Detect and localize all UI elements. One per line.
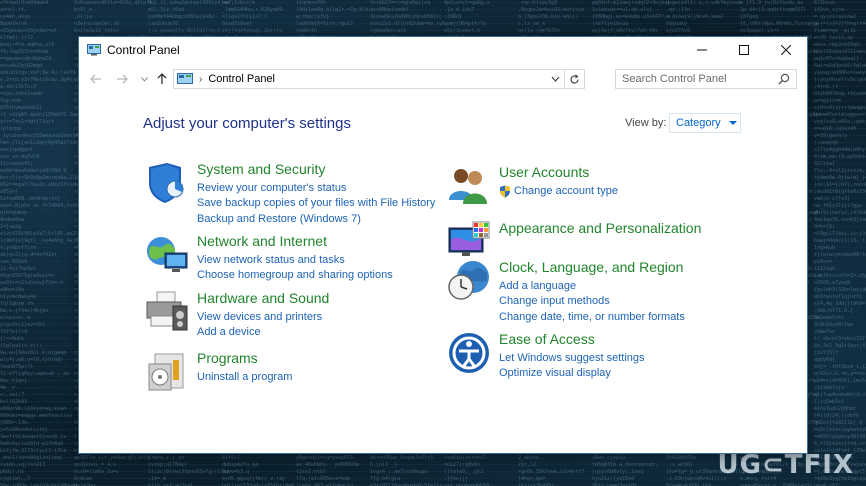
link-add-language[interactable]: Add a language bbox=[499, 279, 685, 294]
caret-down-icon bbox=[728, 121, 737, 125]
category-title[interactable]: System and Security bbox=[197, 161, 325, 177]
category-title[interactable]: Network and Internet bbox=[197, 233, 327, 249]
recent-locations-button[interactable] bbox=[135, 70, 153, 88]
control-panel-icon bbox=[177, 73, 193, 84]
users-icon bbox=[449, 169, 487, 204]
category-network-internet: Network and Internet View network status… bbox=[145, 233, 475, 283]
close-icon bbox=[781, 45, 791, 55]
forward-arrow-icon bbox=[117, 74, 128, 84]
category-title[interactable]: Hardware and Sound bbox=[197, 290, 329, 306]
refresh-icon bbox=[570, 73, 579, 83]
category-ease-of-access: Ease of Access Let Windows suggest setti… bbox=[447, 331, 747, 381]
search-box[interactable] bbox=[615, 69, 797, 89]
category-user-accounts: User Accounts Change account type bbox=[447, 164, 747, 204]
breadcrumb-separator: › bbox=[199, 73, 203, 85]
close-button[interactable] bbox=[765, 37, 807, 63]
printer-icon bbox=[146, 291, 188, 331]
refresh-button[interactable] bbox=[564, 70, 584, 88]
monitor-palette-icon bbox=[448, 221, 490, 256]
clock-globe-icon bbox=[448, 261, 489, 300]
address-bar[interactable]: › Control Panel bbox=[173, 69, 585, 89]
category-title[interactable]: User Accounts bbox=[499, 164, 589, 180]
up-arrow-icon bbox=[157, 73, 167, 84]
programs-icon bbox=[148, 353, 184, 391]
search-icon[interactable] bbox=[778, 73, 790, 85]
link-optimize-visual[interactable]: Optimize visual display bbox=[499, 366, 645, 381]
category-title[interactable]: Appearance and Personalization bbox=[499, 220, 701, 236]
category-hardware-sound: Hardware and Sound View devices and prin… bbox=[145, 290, 475, 340]
category-title[interactable]: Clock, Language, and Region bbox=[499, 259, 683, 275]
link-file-history[interactable]: Save backup copies of your files with Fi… bbox=[197, 196, 435, 211]
category-clock-language-region: Clock, Language, and Region Add a langua… bbox=[447, 259, 747, 323]
minimize-button[interactable] bbox=[681, 37, 723, 63]
link-suggest-settings[interactable]: Let Windows suggest settings bbox=[499, 351, 645, 366]
forward-button[interactable] bbox=[113, 70, 131, 88]
window-title: Control Panel bbox=[107, 43, 180, 57]
up-button[interactable] bbox=[153, 70, 171, 88]
watermark-logo: UG⊂TFIX bbox=[717, 450, 854, 480]
link-input-methods[interactable]: Change input methods bbox=[499, 294, 685, 309]
link-change-account-type[interactable]: Change account type bbox=[499, 184, 618, 199]
link-date-time-formats[interactable]: Change date, time, or number formats bbox=[499, 310, 685, 325]
view-by-label: View by: bbox=[625, 117, 667, 129]
globe-network-icon bbox=[147, 237, 188, 272]
minimize-icon bbox=[697, 49, 707, 51]
control-panel-icon bbox=[87, 44, 101, 56]
ease-of-access-icon bbox=[449, 333, 489, 373]
link-label: Change account type bbox=[514, 185, 618, 197]
view-by-value: Category bbox=[676, 117, 721, 129]
category-programs: Programs Uninstall a program bbox=[145, 350, 475, 394]
link-devices-printers[interactable]: View devices and printers bbox=[197, 310, 322, 325]
link-backup-restore[interactable]: Backup and Restore (Windows 7) bbox=[197, 212, 435, 227]
category-title[interactable]: Ease of Access bbox=[499, 331, 595, 347]
category-appearance-personalization: Appearance and Personalization bbox=[447, 220, 747, 260]
back-button[interactable] bbox=[87, 70, 105, 88]
maximize-icon bbox=[739, 45, 749, 55]
chevron-down-icon[interactable] bbox=[551, 73, 560, 85]
link-homegroup[interactable]: Choose homegroup and sharing options bbox=[197, 268, 393, 283]
link-add-device[interactable]: Add a device bbox=[197, 325, 322, 340]
maximize-button[interactable] bbox=[723, 37, 765, 63]
title-bar[interactable]: Control Panel bbox=[79, 37, 807, 63]
link-uninstall-program[interactable]: Uninstall a program bbox=[197, 370, 292, 385]
page-title: Adjust your computer's settings bbox=[143, 115, 351, 132]
chevron-down-icon bbox=[140, 76, 148, 82]
search-input[interactable] bbox=[622, 73, 772, 85]
shield-icon bbox=[149, 163, 184, 203]
link-network-status[interactable]: View network status and tasks bbox=[197, 253, 393, 268]
back-arrow-icon bbox=[90, 74, 101, 84]
view-by-dropdown[interactable]: Category bbox=[669, 113, 741, 133]
control-panel-window: Control Panel › Control Panel Search Con… bbox=[78, 36, 808, 454]
link-review-status[interactable]: Review your computer's status bbox=[197, 181, 435, 196]
breadcrumb-control-panel[interactable]: Control Panel bbox=[208, 73, 275, 85]
category-system-security: System and Security Review your computer… bbox=[145, 161, 475, 225]
uac-shield-icon bbox=[500, 185, 510, 198]
category-title[interactable]: Programs bbox=[197, 350, 258, 366]
